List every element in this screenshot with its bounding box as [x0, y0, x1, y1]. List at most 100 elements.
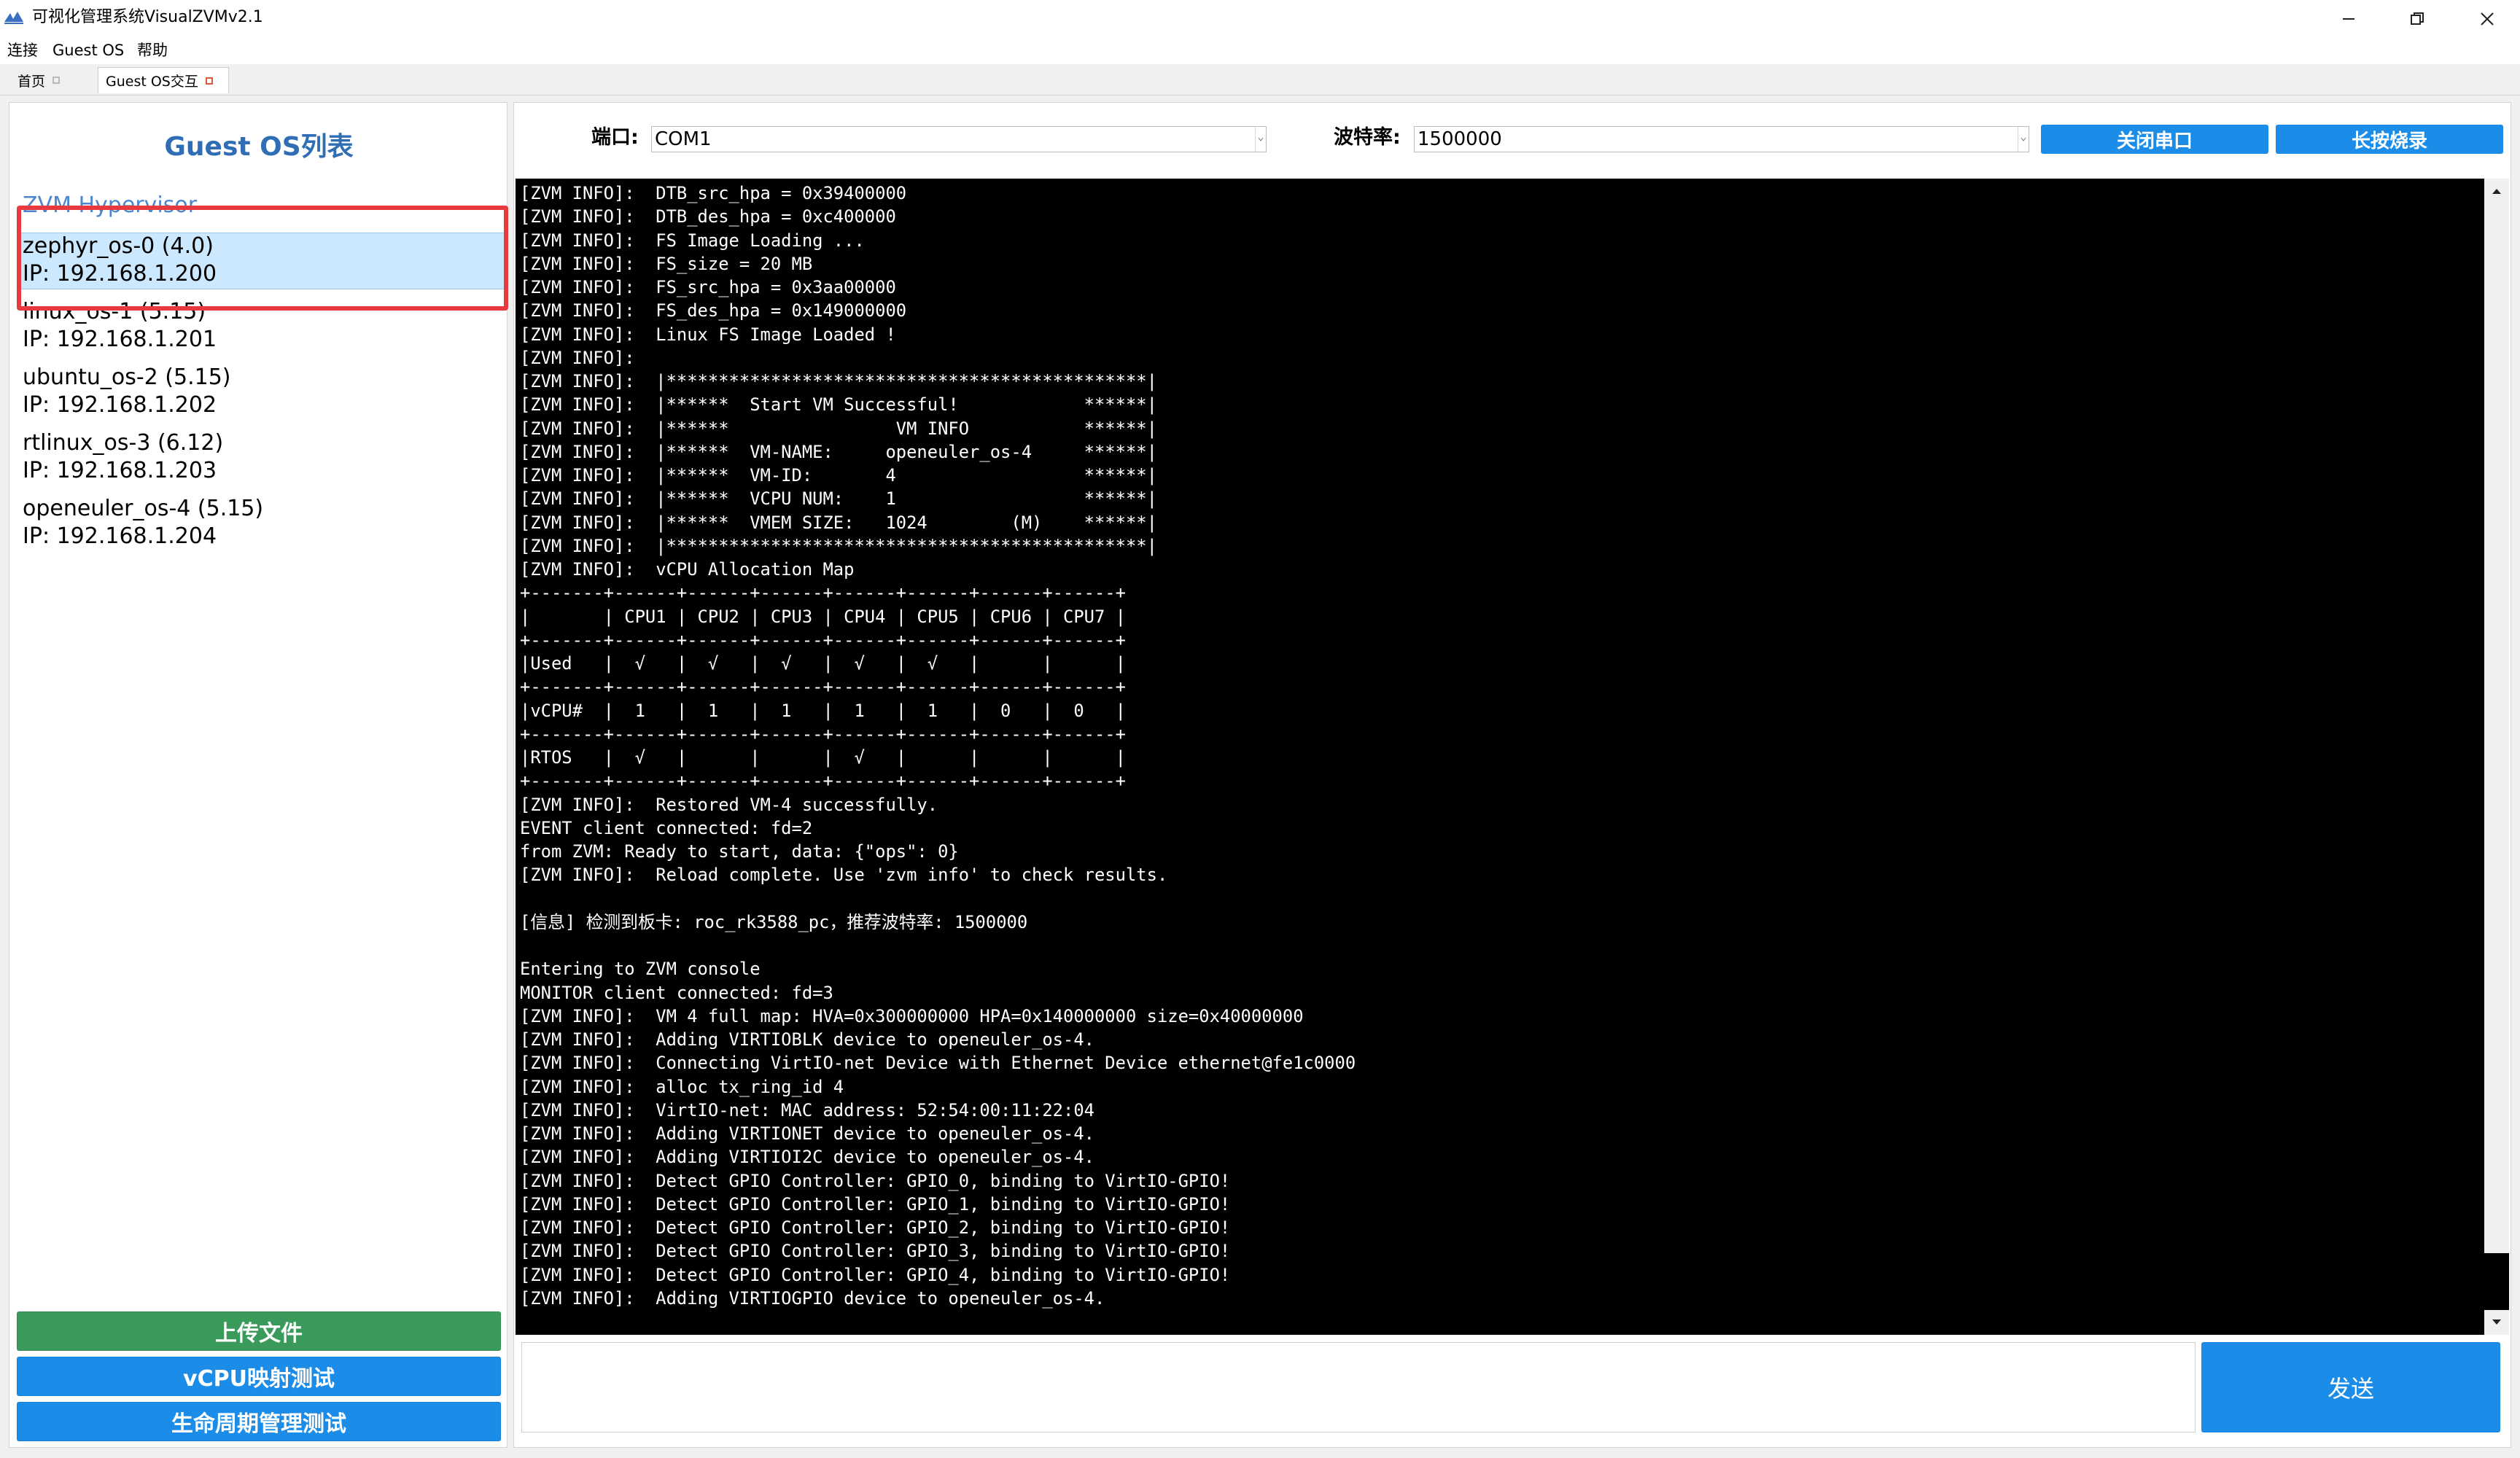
port-select[interactable]: COM1: [651, 126, 1267, 152]
tab-close-icon[interactable]: [205, 77, 213, 85]
window-title: 可视化管理系统VisualZVMv2.1: [32, 8, 263, 26]
console-line: [ZVM INFO]: Restored VM-4 successfully.: [520, 794, 938, 815]
console-line: [ZVM INFO]: Connecting VirtIO-net Device…: [520, 1053, 1356, 1074]
console-line: Entering to ZVM console: [520, 959, 761, 980]
tab-strip: 首页 Guest OS交互: [0, 64, 2520, 95]
title-bar: 可视化管理系统VisualZVMv2.1: [0, 0, 2520, 38]
console-text: [ZVM INFO]: DTB_src_hpa = 0x39400000 [ZV…: [520, 182, 1356, 1310]
console-line: [ZVM INFO]:: [520, 347, 635, 368]
console-line: [ZVM INFO]: Adding VIRTIONET device to o…: [520, 1123, 1094, 1144]
vcpu-mapping-test-button[interactable]: vCPU映射测试: [17, 1357, 501, 1396]
os-ip: IP: 192.168.1.203: [23, 458, 217, 483]
console-line: |vCPU# | 1 | 1 | 1 | 1 | 1 | 0 | 0 |: [520, 700, 1126, 721]
console-line: [ZVM INFO]: alloc tx_ring_id 4: [520, 1076, 844, 1097]
send-input[interactable]: [521, 1342, 2196, 1432]
send-button[interactable]: 发送: [2201, 1342, 2500, 1432]
port-label: 端口:: [591, 126, 639, 149]
menu-guest-os[interactable]: Guest OS: [51, 39, 125, 61]
console-scrollbar[interactable]: [2484, 179, 2509, 1335]
tab-close-icon[interactable]: [52, 77, 61, 84]
panel-title: Guest OS列表: [164, 132, 354, 162]
os-ip: IP: 192.168.1.202: [23, 392, 217, 418]
dropdown-arrow-icon[interactable]: [2018, 127, 2029, 152]
console-line: EVENT client connected: fd=2: [520, 817, 813, 838]
os-ip: IP: 192.168.1.204: [23, 523, 217, 549]
console-line: [ZVM INFO]: |****** VM-ID: 4 ******|: [520, 465, 1157, 486]
os-ip: IP: 192.168.1.200: [23, 261, 217, 286]
console-line: [ZVM INFO]: Linux FS Image Loaded !: [520, 324, 896, 345]
scroll-down-arrow-icon[interactable]: [2484, 1310, 2509, 1335]
console-line: [ZVM INFO]: Reload complete. Use 'zvm in…: [520, 865, 1168, 886]
maximize-button[interactable]: [2377, 0, 2457, 38]
console-line: +-------+------+------+------+------+---…: [520, 771, 1126, 792]
hypervisor-label[interactable]: ZVM Hypervisor: [23, 192, 197, 219]
close-button[interactable]: [2447, 0, 2520, 38]
console-line: | | CPU1 | CPU2 | CPU3 | CPU4 | CPU5 | C…: [520, 606, 1126, 627]
console-line: [ZVM INFO]: Detect GPIO Controller: GPIO…: [520, 1217, 1231, 1238]
os-name: zephyr_os-0 (4.0): [23, 233, 214, 259]
console-line: [ZVM INFO]: |****** VCPU NUM: 1 ******|: [520, 488, 1157, 510]
tab-home-label: 首页: [18, 73, 46, 90]
lifecycle-management-test-button[interactable]: 生命周期管理测试: [17, 1402, 501, 1441]
console-line: [ZVM INFO]: |***************************…: [520, 535, 1157, 556]
console-line: [ZVM INFO]: VirtIO-net: MAC address: 52:…: [520, 1099, 1094, 1120]
console-line: [ZVM INFO]: VM 4 full map: HVA=0x3000000…: [520, 1005, 1304, 1026]
guest-os-list-panel: Guest OS列表 ZVM Hypervisor zephyr_os-0 (4…: [9, 102, 508, 1448]
scroll-up-arrow-icon[interactable]: [2484, 179, 2509, 203]
console-line: [ZVM INFO]: DTB_des_hpa = 0xc400000: [520, 206, 896, 227]
port-value: COM1: [655, 128, 712, 150]
close-serial-port-button[interactable]: 关闭串口: [2041, 125, 2268, 154]
os-name: ubuntu_os-2 (5.15): [23, 364, 231, 390]
os-name: rtlinux_os-3 (6.12): [23, 430, 224, 456]
restore-icon: [2411, 12, 2424, 25]
console-line: [ZVM INFO]: Adding VIRTIOI2C device to o…: [520, 1147, 1094, 1168]
app-logo-icon: [4, 12, 23, 24]
console-line: [ZVM INFO]: Detect GPIO Controller: GPIO…: [520, 1193, 1231, 1215]
tab-home[interactable]: 首页: [10, 67, 67, 93]
serial-console-output[interactable]: [ZVM INFO]: DTB_src_hpa = 0x39400000 [ZV…: [516, 179, 2509, 1335]
console-line: [ZVM INFO]: |****** VM INFO ******|: [520, 418, 1157, 439]
dropdown-arrow-icon[interactable]: [1255, 127, 1266, 152]
console-line: MONITOR client connected: fd=3: [520, 982, 833, 1003]
console-line: [ZVM INFO]: |****** Start VM Successful!…: [520, 394, 1157, 416]
menu-connect[interactable]: 连接: [6, 39, 39, 61]
close-icon: [2481, 12, 2494, 26]
console-line: [ZVM INFO]: vCPU Allocation Map: [520, 559, 855, 580]
console-line: |RTOS | √ | | | √ | | | |: [520, 747, 1126, 768]
console-line: +-------+------+------+------+------+---…: [520, 723, 1126, 744]
upload-file-button[interactable]: 上传文件: [17, 1311, 501, 1351]
console-line: [ZVM INFO]: Detect GPIO Controller: GPIO…: [520, 1264, 1231, 1285]
baud-rate-label: 波特率:: [1334, 126, 1401, 149]
scrollbar-thumb[interactable]: [2484, 1253, 2509, 1310]
serial-console-panel: 端口: COM1 波特率: 1500000 关闭串口 长按烧录 [ZVM INF…: [513, 102, 2511, 1448]
tab-guest-os-interaction[interactable]: Guest OS交互: [98, 67, 229, 93]
os-name: openeuler_os-4 (5.15): [23, 496, 264, 521]
console-line: [ZVM INFO]: Detect GPIO Controller: GPIO…: [520, 1170, 1231, 1191]
os-name: linux_os-1 (5.15): [23, 299, 206, 324]
console-line: [ZVM INFO]: DTB_src_hpa = 0x39400000: [520, 183, 907, 203]
baud-rate-value: 1500000: [1418, 128, 1502, 150]
console-line: +-------+------+------+------+------+---…: [520, 629, 1126, 650]
console-line: [ZVM INFO]: FS_size = 20 MB: [520, 253, 813, 274]
console-line: [信息] 检测到板卡: roc_rk3588_pc，推荐波特率: 1500000: [520, 911, 1028, 932]
minimize-icon: [2343, 18, 2354, 20]
console-line: [ZVM INFO]: |****** VMEM SIZE: 1024 (M) …: [520, 512, 1157, 533]
console-line: [ZVM INFO]: FS_des_hpa = 0x149000000: [520, 300, 907, 321]
baud-rate-select[interactable]: 1500000: [1414, 126, 2029, 152]
console-line: +-------+------+------+------+------+---…: [520, 677, 1126, 698]
console-line: [ZVM INFO]: Detect GPIO Controller: GPIO…: [520, 1241, 1231, 1262]
console-line: |Used | √ | √ | √ | √ | √ | | |: [520, 653, 1126, 674]
console-line: [ZVM INFO]: FS Image Loading ...: [520, 230, 865, 251]
menu-help[interactable]: 帮助: [136, 39, 169, 61]
console-line: [ZVM INFO]: |***************************…: [520, 371, 1157, 391]
console-line: from ZVM: Ready to start, data: {"ops": …: [520, 841, 959, 862]
console-line: [ZVM INFO]: FS_src_hpa = 0x3aa00000: [520, 277, 896, 297]
console-line: [ZVM INFO]: |****** VM-NAME: openeuler_o…: [520, 441, 1157, 462]
console-line: +-------+------+------+------+------+---…: [520, 582, 1126, 604]
tab-guest-os-label: Guest OS交互: [106, 74, 198, 90]
menu-bar: 连接 Guest OS 帮助: [0, 38, 2520, 64]
long-press-flash-button[interactable]: 长按烧录: [2276, 125, 2503, 154]
os-ip: IP: 192.168.1.201: [23, 327, 217, 352]
console-line: [ZVM INFO]: Adding VIRTIOBLK device to o…: [520, 1029, 1094, 1050]
console-line: [ZVM INFO]: Adding VIRTIOGPIO device to …: [520, 1287, 1105, 1309]
